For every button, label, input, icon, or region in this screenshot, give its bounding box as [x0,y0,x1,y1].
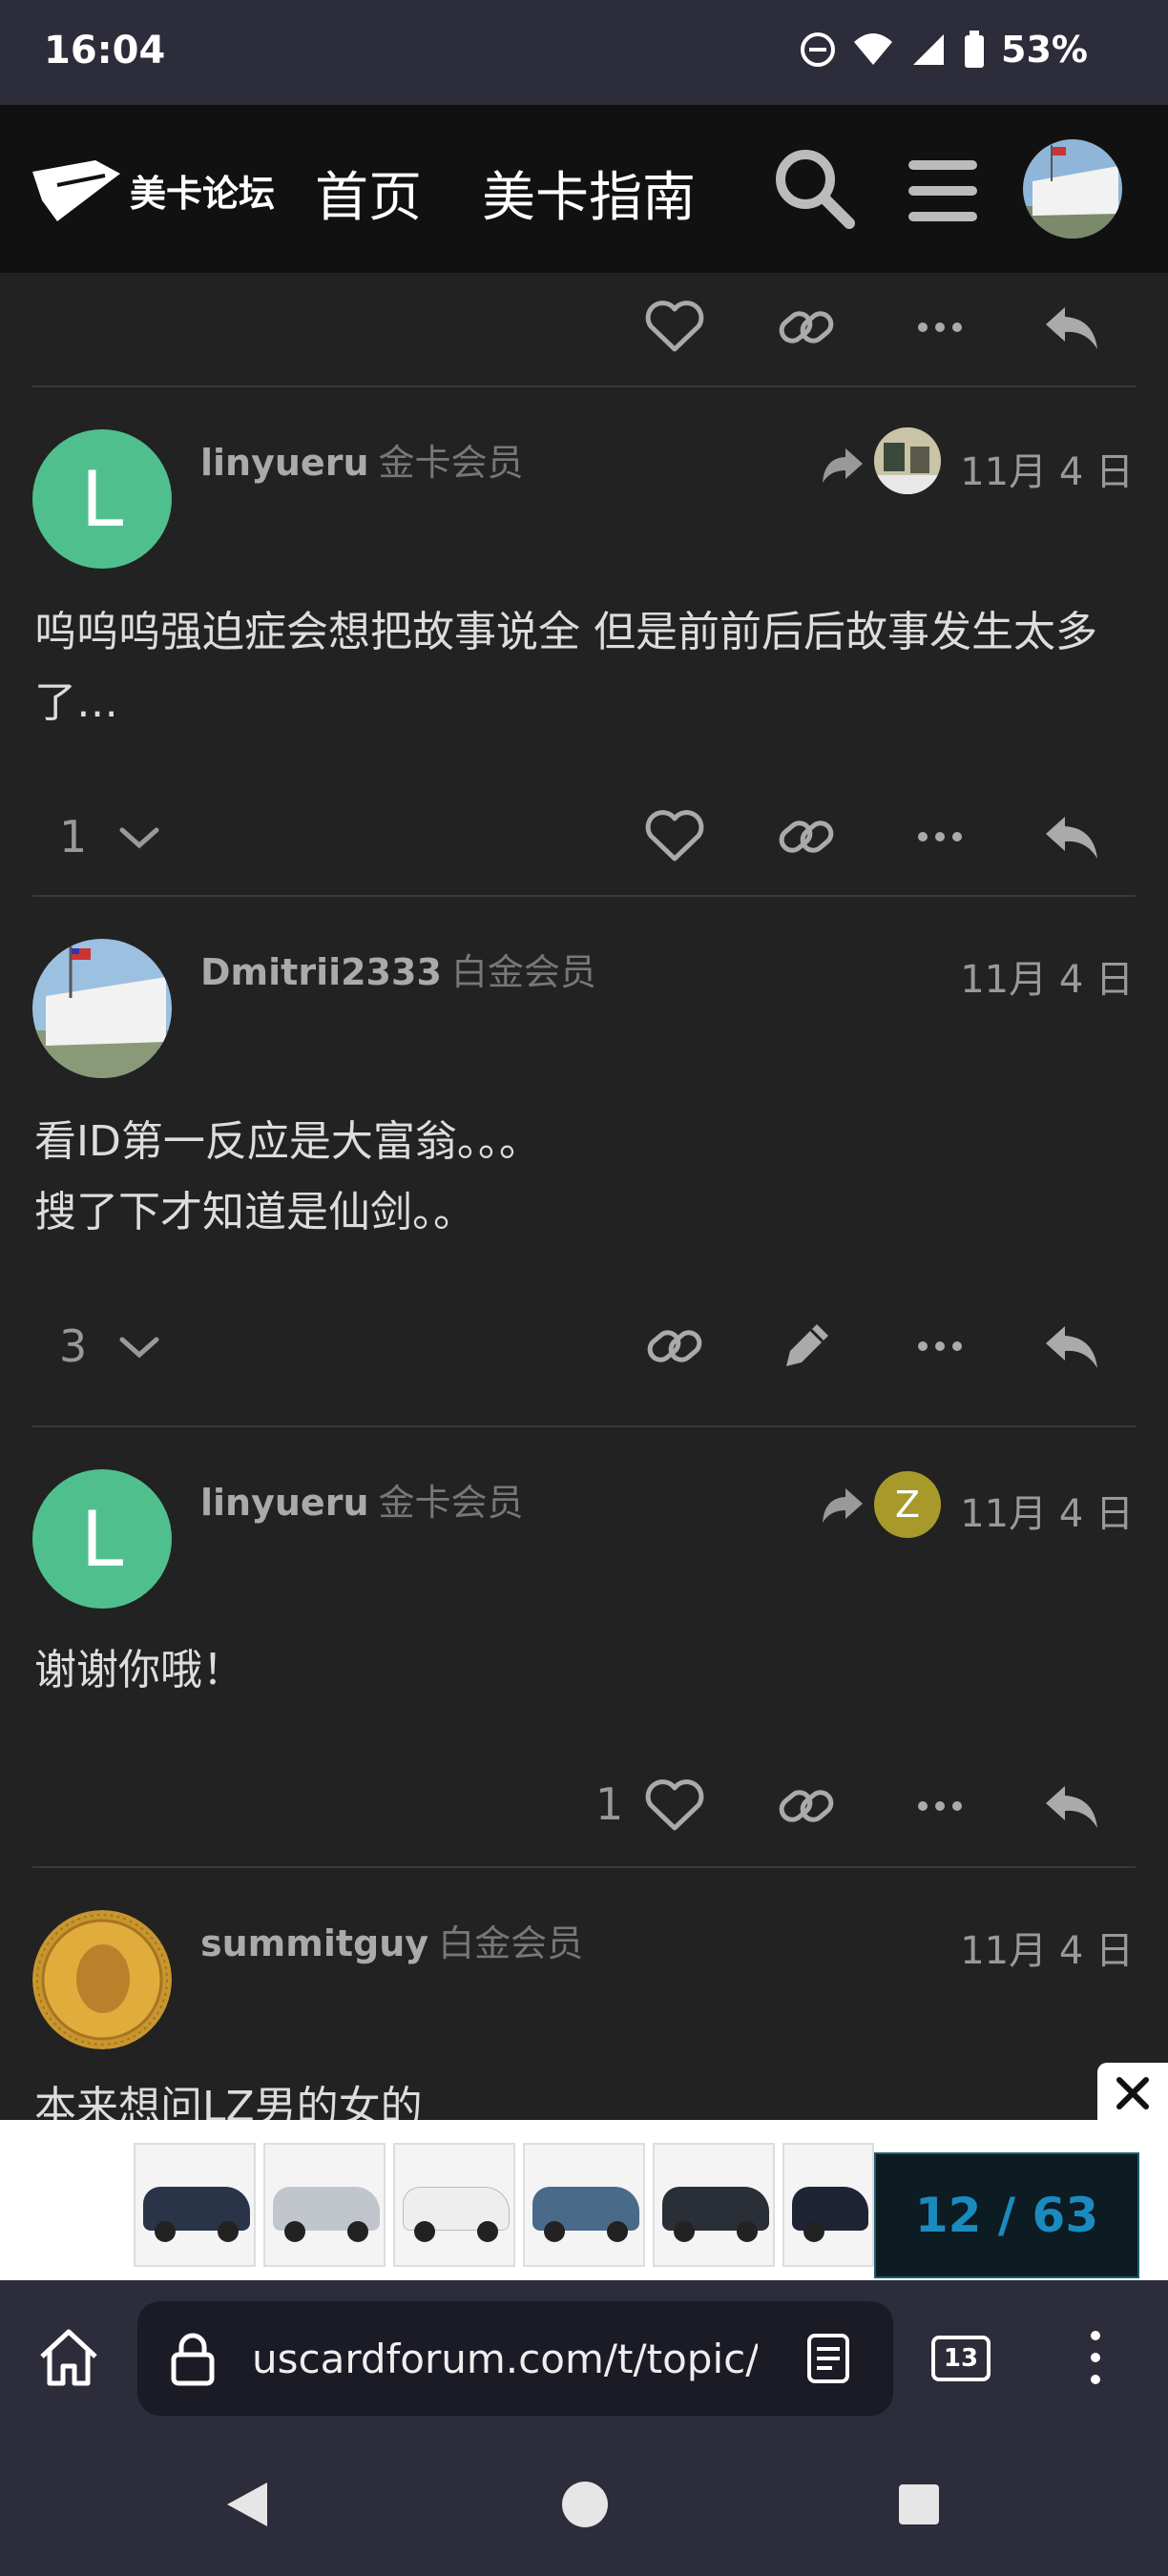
username[interactable]: linyueru [200,442,369,484]
like-count[interactable]: 1 [595,1778,623,1830]
ad-car-image[interactable] [134,2143,256,2267]
ad-car-image[interactable] [653,2143,775,2267]
system-nav-bar [0,2435,1168,2576]
home-icon[interactable] [36,2326,101,2389]
reply-arrow-icon [823,1488,863,1523]
user-avatar[interactable] [1023,139,1122,239]
tab-switcher-button[interactable]: 13 [931,2336,991,2381]
post-body: 呜呜呜强迫症会想把故事说全 但是前前后后故事发生太多了… [34,608,1097,727]
post-author[interactable]: summitguy 白金会员 [200,1914,583,1966]
post-progress-counter[interactable]: 12 / 63 [874,2152,1139,2278]
post-date[interactable]: 11月 4 日 [960,948,1134,1004]
nav-home[interactable]: 首页 [315,155,422,232]
tab-count: 13 [943,2344,979,2373]
home-nav-icon[interactable] [559,2479,611,2530]
chevron-down-icon[interactable] [116,1328,162,1366]
more-icon[interactable] [907,294,973,361]
url-text[interactable]: uscardforum.com/t/topic/ [252,2336,758,2382]
avatar[interactable] [32,1910,172,2049]
ad-car-image[interactable] [523,2143,645,2267]
back-nav-icon[interactable] [221,2479,273,2530]
username[interactable]: summitguy [200,1922,428,1964]
like-icon[interactable] [641,294,708,361]
chevron-down-icon[interactable] [116,819,162,857]
post-divider [32,385,1136,387]
url-bar[interactable]: uscardforum.com/t/topic/ [137,2301,893,2416]
more-icon[interactable] [907,1313,973,1380]
battery-icon [965,31,985,68]
reply-arrow-icon [823,448,863,483]
post-author[interactable]: Dmitrii2333 白金会员 [200,943,596,995]
post-author[interactable]: linyueru 金卡会员 [200,1473,524,1526]
wifi-icon [854,33,893,65]
avatar-letter: L [80,454,124,544]
link-icon[interactable] [641,1313,708,1380]
more-icon[interactable] [907,1773,973,1839]
reply-icon[interactable] [1038,294,1105,361]
battery-level: 53% [1001,29,1088,71]
status-bar: 16:04 53% [0,0,1168,105]
ad-car-image[interactable] [393,2143,515,2267]
avatar[interactable]: L [32,429,172,569]
hamburger-menu-icon[interactable] [905,153,981,229]
close-icon[interactable] [1114,2074,1152,2112]
avatar[interactable]: L [32,1469,172,1609]
username[interactable]: Dmitrii2333 [200,951,442,993]
like-count[interactable]: 1 [59,811,87,862]
user-title: 金卡会员 [378,1482,524,1524]
site-logo-icon[interactable] [29,153,124,229]
link-icon[interactable] [773,1773,840,1839]
post-date[interactable]: 11月 4 日 [960,1920,1134,1975]
post-date[interactable]: 11月 4 日 [960,1483,1134,1538]
post-body: 本来想问LZ男的女的 [34,2083,423,2120]
more-icon[interactable] [907,803,973,870]
reply-to-avatar[interactable]: Z [874,1471,941,1538]
link-icon[interactable] [773,294,840,361]
ad-close-button[interactable] [1097,2063,1168,2124]
user-title: 白金会员 [450,951,596,993]
ad-car-image[interactable] [782,2143,874,2267]
ad-car-image[interactable] [263,2143,386,2267]
user-title: 白金会员 [438,1922,584,1964]
nav-guide[interactable]: 美卡指南 [482,155,696,232]
post-body: 谢谢你哦！ [34,1646,244,1694]
browser-toolbar: uscardforum.com/t/topic/ 13 [0,2280,1168,2435]
reader-mode-icon[interactable] [802,2332,855,2385]
dnd-icon [801,32,836,67]
lock-icon[interactable] [170,2330,216,2387]
like-icon[interactable] [641,1773,708,1839]
reply-icon[interactable] [1038,1773,1105,1839]
edit-pencil-icon[interactable] [773,1313,840,1380]
reply-icon[interactable] [1038,1313,1105,1380]
avatar[interactable] [32,939,172,1078]
recents-nav-icon[interactable] [897,2483,941,2526]
site-header: 美卡论坛 首页 美卡指南 [0,105,1168,273]
avatar-letter: L [80,1494,124,1584]
status-time: 16:04 [44,29,166,73]
post-divider [32,895,1136,897]
signal-icon [913,34,945,65]
reply-to-avatar[interactable] [874,427,941,494]
post-author[interactable]: linyueru 金卡会员 [200,433,524,486]
post-date[interactable]: 11月 4 日 [960,441,1134,496]
username[interactable]: linyueru [200,1482,369,1524]
like-icon[interactable] [641,803,708,870]
site-name[interactable]: 美卡论坛 [130,164,275,217]
search-icon[interactable] [771,145,857,231]
overflow-menu-icon[interactable] [1084,2326,1107,2389]
user-title: 金卡会员 [378,442,524,484]
post-body: 看ID第一反应是大富翁。。。 搜了下才知道是仙剑。。 [34,1117,541,1236]
post-divider [32,1425,1136,1427]
reply-to-letter: Z [894,1484,921,1526]
progress-label: 12 / 63 [914,2188,1099,2243]
reply-icon[interactable] [1038,803,1105,870]
post-divider [32,1866,1136,1868]
like-count[interactable]: 3 [59,1320,87,1372]
link-icon[interactable] [773,803,840,870]
